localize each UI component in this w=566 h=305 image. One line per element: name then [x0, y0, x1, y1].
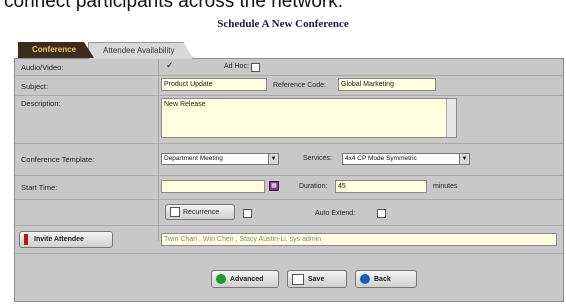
tab-attendee-availability[interactable]: Attendee Availability: [88, 42, 193, 59]
template-selected: Department Meeting: [164, 155, 223, 162]
services-label: Services:: [303, 155, 332, 162]
start-time-row: Start Time: ▦ Duration: 45 minutes: [15, 175, 563, 200]
tab-bar: Conference Attendee Availability: [18, 42, 187, 58]
recurrence-checkbox[interactable]: [243, 209, 252, 218]
back-icon: [360, 274, 370, 284]
description-scrollbar[interactable]: [446, 99, 456, 137]
invite-row: Invite Attendee Twin Chan , Win Chen , S…: [15, 225, 563, 254]
description-label: Description:: [21, 99, 61, 108]
auto-extend-label: Auto Extend:: [315, 210, 356, 217]
recurrence-row: Recurrence Auto Extend:: [15, 199, 563, 226]
subject-row: Subject: Product Update Reference Code: …: [15, 75, 563, 96]
calendar-icon: [170, 207, 180, 217]
save-label: Save: [308, 275, 325, 283]
advanced-icon: [216, 274, 226, 284]
description-row: Description: New Release: [15, 95, 563, 144]
services-selected: 4x4 CP Mode Symmetric: [345, 155, 417, 162]
minutes-label: minutes: [433, 183, 458, 190]
subject-input[interactable]: Product Update: [161, 78, 267, 91]
template-row: Conference Template: Department Meeting …: [15, 143, 563, 176]
invite-attendee-button[interactable]: Invite Attendee: [19, 231, 113, 248]
reference-code-input[interactable]: Global Marketing: [338, 78, 436, 91]
save-icon: [292, 273, 304, 285]
tab-conference[interactable]: Conference: [18, 42, 94, 58]
advanced-button[interactable]: Advanced: [211, 270, 279, 288]
audio-video-row: Audio/Video: ✓ Ad Hoc:: [15, 59, 563, 76]
page-caption: connect participants across the network.: [4, 0, 344, 12]
person-icon: [24, 234, 28, 245]
description-textarea[interactable]: New Release: [161, 98, 457, 138]
chevron-down-icon: ▼: [268, 154, 278, 164]
save-button[interactable]: Save: [287, 270, 347, 288]
advanced-label: Advanced: [230, 275, 264, 283]
page-title: Schedule A New Conference: [217, 18, 349, 30]
duration-label: Duration:: [299, 183, 328, 190]
recurrence-label: Recurrence: [183, 208, 220, 216]
subject-label: Subject:: [21, 82, 49, 91]
recurrence-button[interactable]: Recurrence: [165, 204, 235, 220]
back-button[interactable]: Back: [355, 270, 417, 288]
template-label: Conference Template:: [21, 155, 95, 164]
template-select[interactable]: Department Meeting ▼: [161, 153, 279, 165]
services-select[interactable]: 4x4 CP Mode Symmetric ▼: [342, 153, 470, 165]
reference-code-label: Reference Code:: [273, 82, 326, 89]
start-time-input[interactable]: [161, 180, 265, 193]
ad-hoc-label: Ad Hoc:: [224, 63, 249, 70]
start-time-label: Start Time:: [21, 183, 58, 192]
back-label: Back: [374, 275, 391, 283]
conference-form-panel: Audio/Video: ✓ Ad Hoc: Subject: Product …: [14, 58, 564, 302]
calendar-icon[interactable]: ▦: [269, 181, 279, 191]
chevron-down-icon: ▼: [459, 154, 469, 164]
duration-input[interactable]: 45: [335, 180, 427, 193]
ad-hoc-checkbox[interactable]: [251, 63, 260, 72]
audio-video-checkbox[interactable]: ✓: [166, 61, 174, 70]
audio-video-label: Audio/Video:: [21, 63, 64, 72]
description-text: New Release: [164, 101, 206, 108]
attendees-field[interactable]: Twin Chan , Win Chen , Stacy Austin-Li, …: [161, 233, 557, 246]
auto-extend-checkbox[interactable]: [377, 209, 386, 218]
invite-attendee-label: Invite Attendee: [34, 236, 84, 243]
